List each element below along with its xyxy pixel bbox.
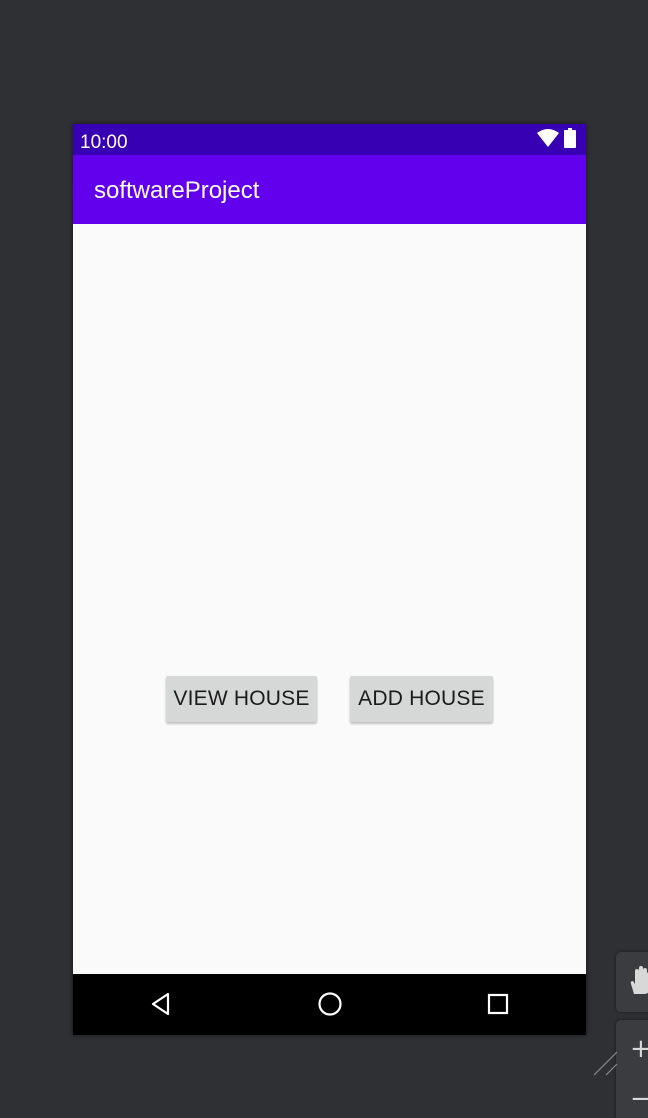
zoom-in-button[interactable]: + bbox=[630, 1036, 648, 1062]
app-title: softwareProject bbox=[94, 177, 260, 204]
device-screen: 10:00 softwareProject VIEW HOUSE ADD HOU… bbox=[73, 124, 586, 1035]
home-button[interactable] bbox=[315, 989, 345, 1019]
app-bar: softwareProject bbox=[73, 155, 586, 224]
resize-handle-icon[interactable] bbox=[592, 1050, 618, 1076]
recents-button[interactable] bbox=[483, 989, 513, 1019]
emulator-workspace: 10:00 softwareProject VIEW HOUSE ADD HOU… bbox=[0, 0, 648, 1118]
status-time: 10:00 bbox=[80, 132, 128, 153]
navigation-bar bbox=[73, 974, 586, 1035]
recents-icon bbox=[487, 993, 509, 1015]
hand-icon bbox=[630, 966, 648, 994]
status-bar: 10:00 bbox=[73, 124, 586, 155]
battery-icon bbox=[564, 127, 576, 153]
add-house-button[interactable]: ADD HOUSE bbox=[350, 676, 493, 722]
wifi-icon bbox=[537, 128, 559, 152]
main-content: VIEW HOUSE ADD HOUSE bbox=[73, 224, 586, 974]
pan-tool-button[interactable] bbox=[616, 952, 648, 1012]
status-icons bbox=[537, 127, 576, 153]
back-button[interactable] bbox=[146, 989, 176, 1019]
zoom-out-button[interactable]: − bbox=[630, 1086, 648, 1112]
back-icon bbox=[151, 992, 170, 1016]
zoom-controls: + − bbox=[616, 1020, 648, 1118]
view-house-button[interactable]: VIEW HOUSE bbox=[166, 676, 317, 722]
home-icon bbox=[318, 992, 342, 1016]
